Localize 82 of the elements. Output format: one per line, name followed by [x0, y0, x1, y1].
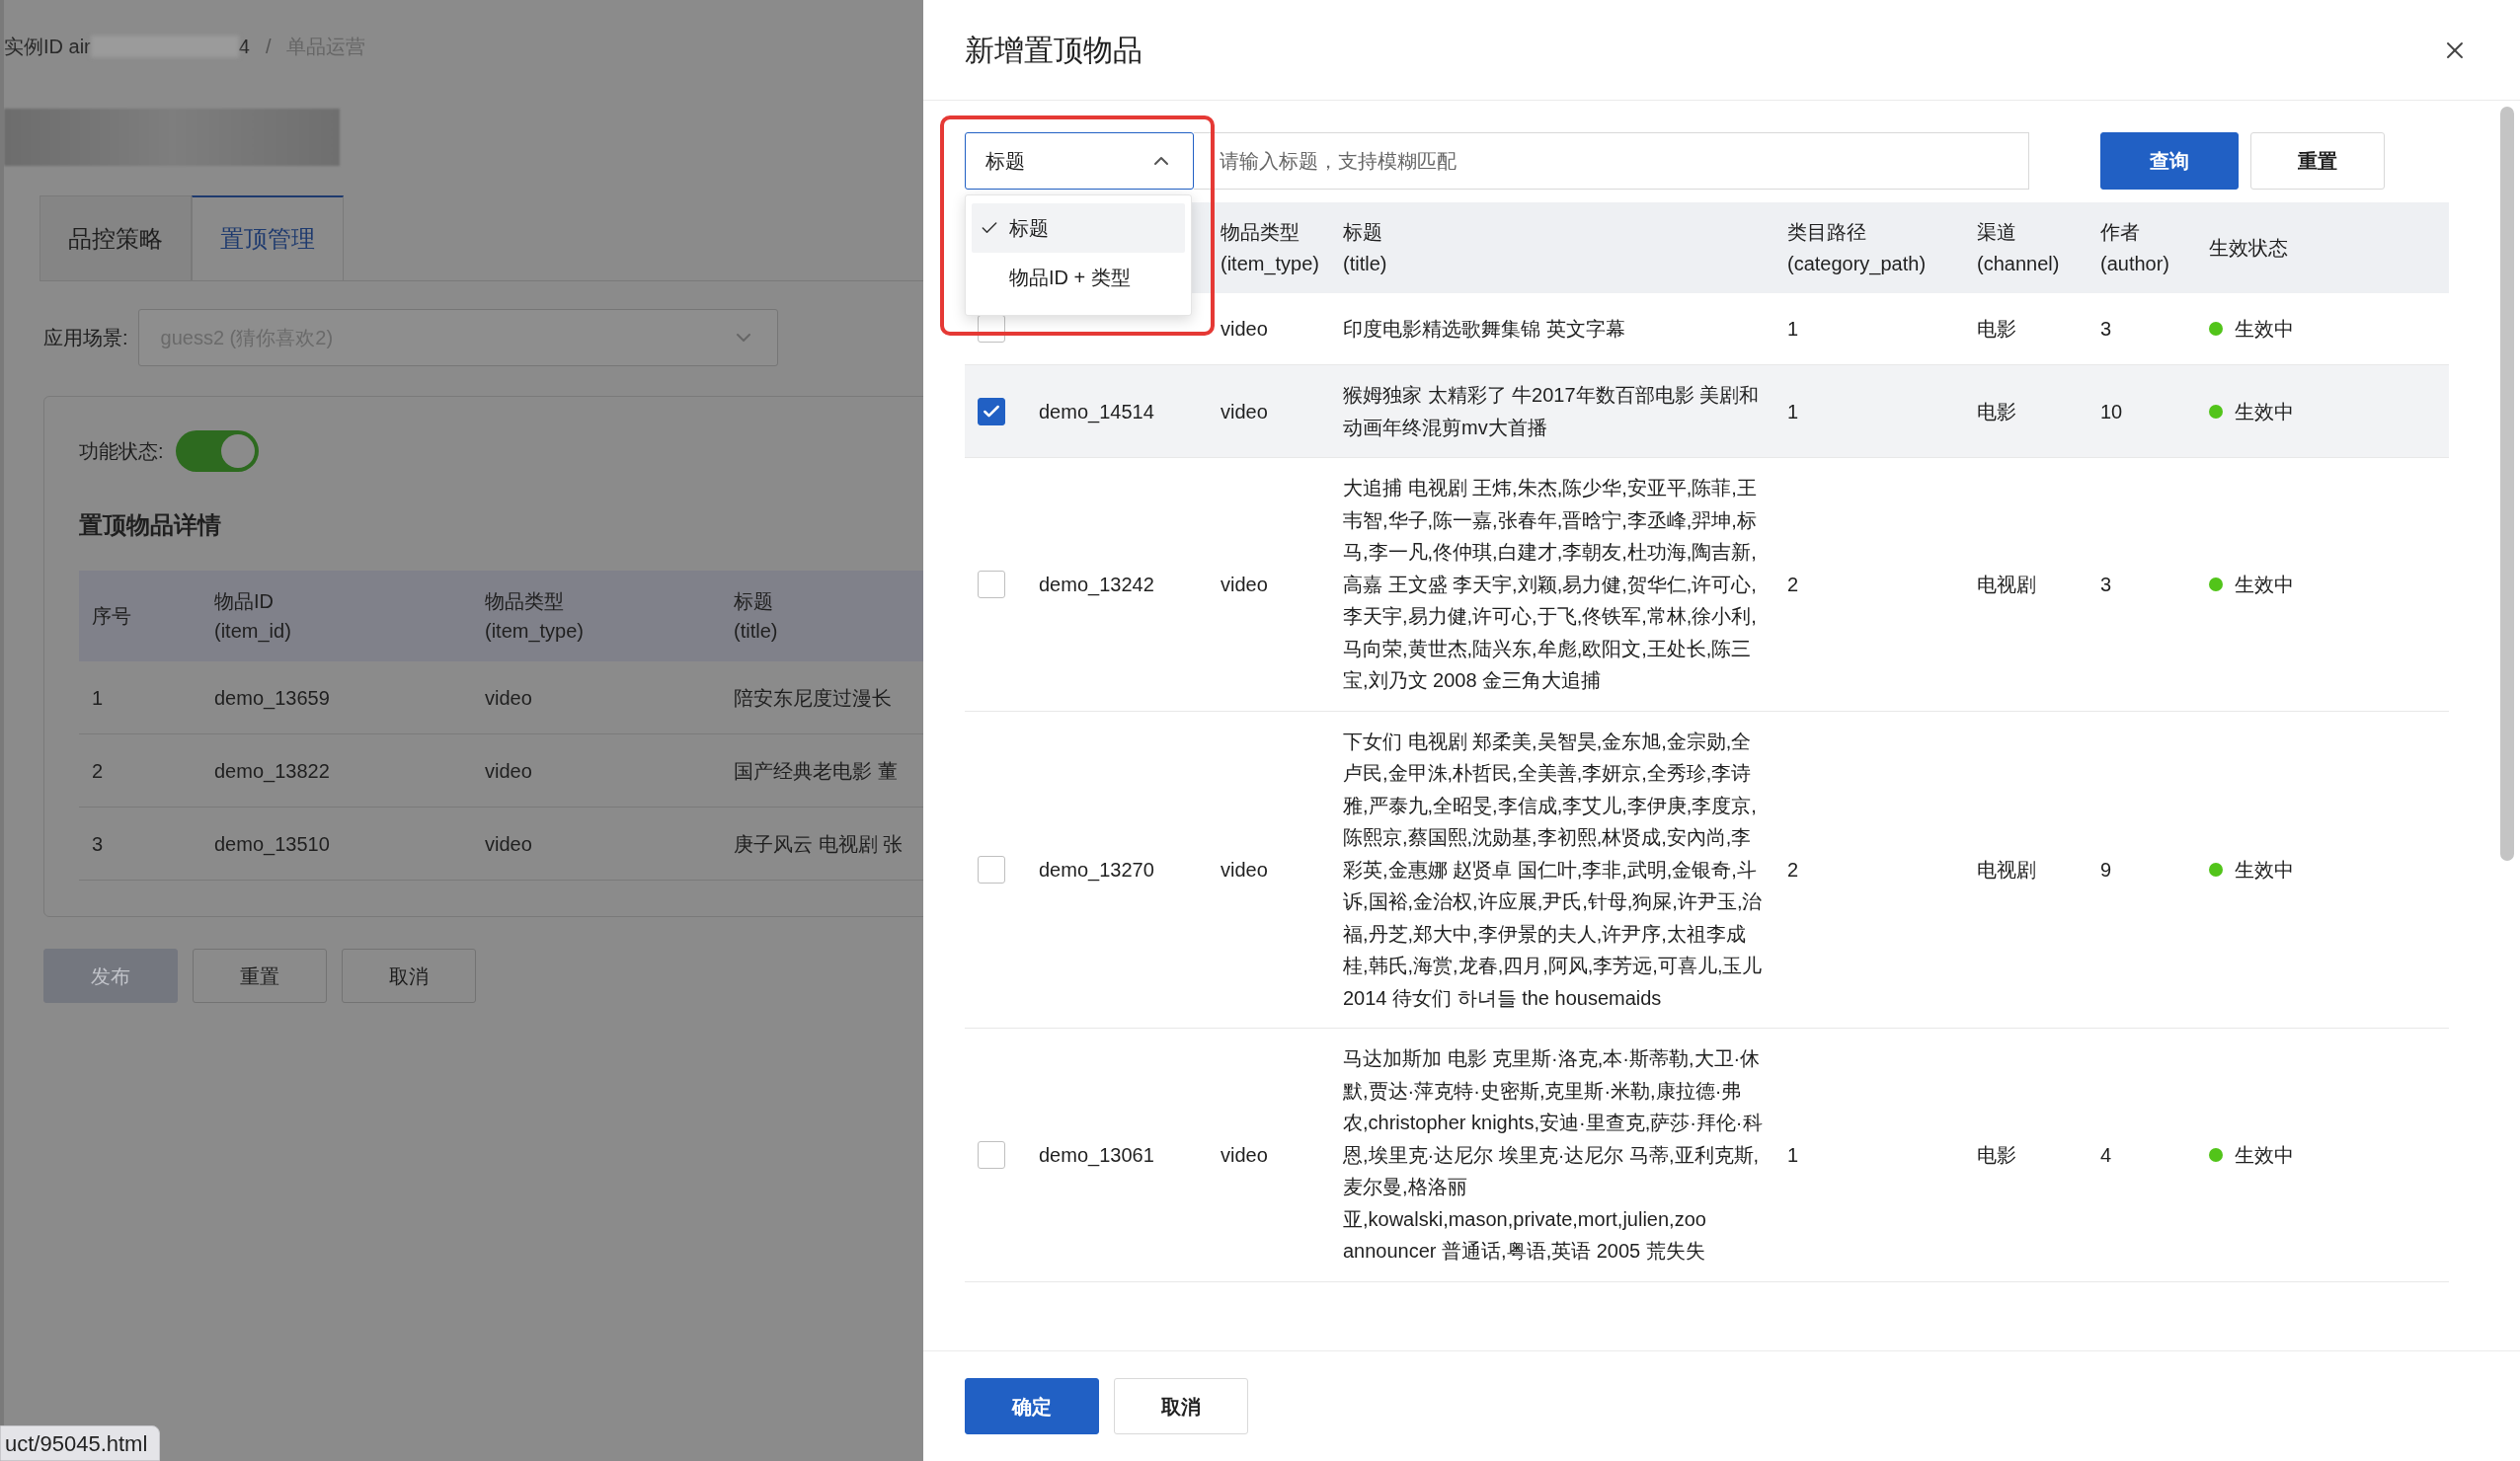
dropdown-option[interactable]: 标题 [972, 203, 1185, 253]
table-cell-text: video [1221, 399, 1269, 424]
status-toggle[interactable] [175, 430, 259, 472]
status-text: 生效中 [2235, 1142, 2294, 1168]
table-cell-text: 3 [91, 831, 105, 857]
status-text: 生效中 [2235, 857, 2294, 883]
table-cell-text: 下女们 电视剧 郑柔美,吴智昊,金东旭,金宗勋,全卢民,金甲洙,朴哲民,全美善,李妍京,全秀珍,李诗雅,严泰九,全昭旻,李信成,李艾儿,李伊庚,李度京,陈熙京,蔡国熙,沈勋基,李初熙,林贤成,安內尚,李彩英,金惠娜 赵贤卓 国仁叶,李非,武明,金银奇,斗诉,国裕,金治权,许应展,尹氏,针母,狗屎,许尹玉,治福,丹芝,郑大中,李伊景的夫人,许尹序,太祖李成桂,韩氏,海赏,龙春,四月,阿风,李芳远,可喜儿,玉儿 2014 待女们 하녀들 the housemaids [1343, 729, 1764, 1011]
table-cell-text: 1 [1787, 399, 1800, 424]
column-header: 物品类型 (item_type) [1221, 220, 1320, 277]
table-cell-text: demo_13659 [214, 685, 331, 712]
footer-button[interactable]: 取消 [1114, 1378, 1248, 1434]
table-cell: demo_13061 [1039, 1143, 1154, 1166]
status-text: 生效中 [2235, 317, 2294, 342]
column-header: 作者 (author) [2100, 220, 2170, 276]
field-label: 应用场景: [43, 326, 128, 350]
table-cell-text: 10 [2100, 399, 2124, 424]
column-header: 标题 (title) [1343, 220, 1387, 276]
table-cell-text: 电视剧 [1977, 572, 2037, 597]
table-cell-text: 3 [2100, 317, 2113, 342]
breadcrumb-instance: 实例ID air [4, 35, 91, 59]
table-cell-text: 印度电影精选歌舞集锦 英文字幕 [1343, 316, 1626, 342]
table-cell-text: 3 [2100, 572, 2113, 597]
column-header: 生效状态 [2209, 236, 2288, 261]
breadcrumb-instance-end: 4 [238, 35, 250, 59]
table-cell-text: demo_13822 [214, 758, 331, 785]
status-text: 生效中 [2235, 572, 2294, 597]
search-action-button[interactable]: 查询 [2100, 132, 2239, 190]
table-cell-text: video [1221, 572, 1269, 597]
action-button[interactable]: 重置 [193, 949, 327, 1003]
table-row[interactable]: demo_14514 video 猴姆独家 太精彩了 牛2017年数百部电影 美剧和动画年终混剪mv大首播 1 电影 10 生效中 [965, 365, 2449, 458]
footer-button[interactable]: 确定 [965, 1378, 1099, 1434]
table-cell-text: 电视剧 [1977, 857, 2037, 883]
table-cell-text: 猴姆独家 太精彩了 牛2017年数百部电影 美剧和动画年终混剪mv大首播 [1343, 383, 1761, 440]
table-cell-text: video [1221, 857, 1269, 883]
section-title: 置顶物品详情 [79, 510, 222, 540]
table-cell-text: 庚子风云 电视剧 张 [734, 831, 904, 857]
row-checkbox[interactable] [978, 570, 1005, 598]
table-cell-text: 陪安东尼度过漫长 [734, 685, 892, 711]
table-cell-text: video [485, 758, 533, 784]
table-cell-text: demo_13510 [214, 831, 331, 858]
table-cell-text: video [1221, 317, 1269, 342]
table-cell-text: 电影 [1977, 317, 2017, 342]
search-action-button[interactable]: 重置 [2250, 132, 2385, 190]
tab[interactable]: 置顶管理 [192, 195, 344, 280]
table-cell-text: 1 [1787, 317, 1800, 342]
table-cell-text: 1 [91, 685, 105, 711]
table-cell-text: 4 [2100, 1142, 2113, 1168]
table-cell-text: 2 [1787, 572, 1800, 597]
scrollbar-thumb[interactable] [2500, 107, 2514, 861]
status-text: 生效中 [2235, 399, 2294, 424]
action-button[interactable]: 取消 [342, 949, 476, 1003]
table-cell: demo_13270 [1039, 858, 1154, 881]
table-cell: demo_14514 [1039, 400, 1154, 423]
field-label: 功能状态: [79, 439, 164, 464]
table-cell-text: video [485, 685, 533, 711]
row-checkbox[interactable] [978, 397, 1005, 425]
breadcrumb-separator: / [265, 35, 272, 59]
table-cell: demo_13242 [1039, 573, 1154, 595]
drawer-title: 新增置顶物品 [965, 33, 1142, 68]
url-tooltip: uct/95045.html [0, 1425, 161, 1461]
column-header: 标题 (title) [734, 589, 779, 644]
table-cell-text: 电影 [1977, 1142, 2017, 1168]
table-cell-text: video [485, 831, 533, 857]
table-cell-text: 马达加斯加 电影 克里斯·洛克,本·斯蒂勒,大卫·休默,贾达·萍克特·史密斯,克里斯·米勒,康拉德·弗农,christopher knights,安迪·里查克,萨莎·拜伦·科恩,埃里克·达尼尔 埃里克·达尼尔 马蒂,亚利克斯,麦尔曼,格洛丽亚,kowalski,mason,private,mort,julien,zoo announcer 普通话,粤语,英语 2005 荒失失 [1343, 1046, 1764, 1264]
table-cell-text: 大追捕 电视剧 王炜,朱杰,陈少华,安亚平,陈菲,王韦智,华子,陈一嘉,张春年,晋晗宁,李丞峰,羿坤,标马,李一凡,佟仲琪,白建才,李朝友,杜功海,陶吉新,高嘉 王文盛 李天宇,刘颖,易力健,贺华仁,许可心,李天宇,易力健,许可心,于飞,佟铁军,常林,徐小利,马向荣,黄世杰,陆兴东,牟彪,欧阳文,王处长,陈三宝,刘乃文 2008 金三角大追捕 [1343, 476, 1758, 693]
table-cell-text: 2 [91, 758, 105, 784]
row-checkbox[interactable] [978, 855, 1005, 884]
table-cell-text: 电影 [1977, 399, 2017, 424]
tab[interactable]: 品控策略 [39, 195, 192, 280]
table-cell-text: 国产经典老电影 董 [734, 758, 898, 784]
column-header: 渠道 (channel) [1977, 220, 2060, 276]
column-header: 类目路径 (category_path) [1787, 220, 1927, 277]
table-cell-text: video [1221, 1142, 1269, 1168]
field-select[interactable]: 标题 [965, 132, 1194, 190]
table-cell-text: 9 [2100, 857, 2113, 883]
column-header: 物品ID (item_id) [214, 589, 292, 645]
table-cell-text: 2 [1787, 857, 1800, 883]
table-cell-text: 1 [1787, 1142, 1800, 1168]
column-header: 序号 [91, 604, 132, 629]
search-field[interactable]: 请输入标题，支持模糊匹配 [1194, 132, 2029, 190]
column-header: 物品类型 (item_type) [485, 589, 586, 645]
row-checkbox[interactable] [978, 1140, 1005, 1169]
